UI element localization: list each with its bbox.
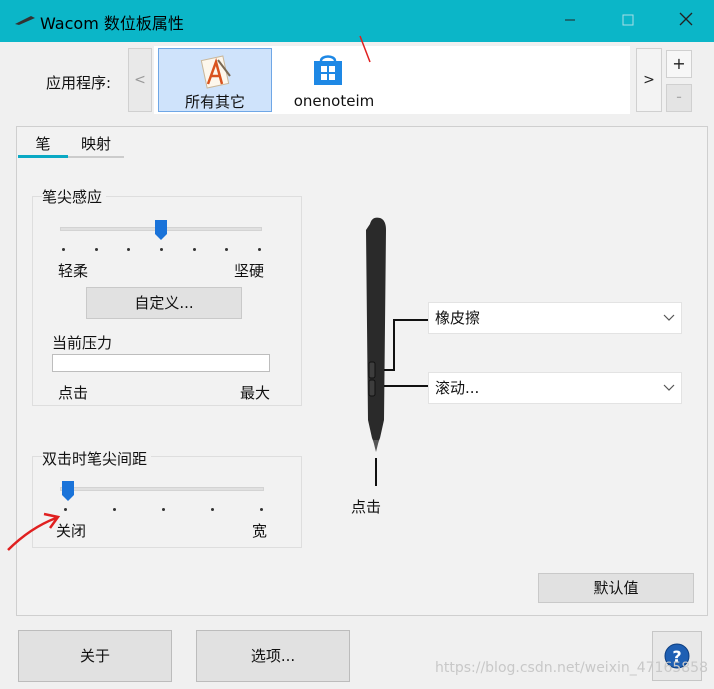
minimize-icon bbox=[565, 19, 575, 21]
slider-tick bbox=[64, 508, 67, 511]
slider-tick bbox=[162, 508, 165, 511]
slider-tick bbox=[211, 508, 214, 511]
current-pressure-bar bbox=[52, 354, 270, 372]
annotation-arrow bbox=[7, 512, 61, 551]
slider-tick bbox=[113, 508, 116, 511]
tip-feel-slider-thumb[interactable] bbox=[155, 220, 167, 240]
add-application-button[interactable]: + bbox=[666, 50, 692, 78]
about-button[interactable]: 关于 bbox=[18, 630, 172, 682]
lower-button-dropdown[interactable]: 滚动... bbox=[428, 372, 682, 404]
app-scroll-left-button[interactable]: < bbox=[128, 48, 152, 112]
slider-tick bbox=[94, 248, 98, 251]
app-tile-onenoteim-label[interactable]: onenoteim bbox=[276, 92, 392, 110]
pressure-max-label: 最大 bbox=[240, 384, 271, 402]
maximize-button bbox=[606, 6, 650, 36]
current-pressure-label: 当前压力 bbox=[52, 334, 113, 352]
watermark: https://blog.csdn.net/weixin_47165858 bbox=[434, 660, 708, 676]
double-click-wide-label: 宽 bbox=[252, 522, 268, 540]
tip-feel-title: 笔尖感应 bbox=[42, 186, 107, 207]
tip-feel-soft-label: 轻柔 bbox=[58, 262, 89, 280]
all-apps-icon bbox=[200, 55, 231, 89]
customize-button[interactable]: 自定义... bbox=[86, 287, 242, 319]
close-button[interactable] bbox=[664, 6, 708, 36]
tab-mapping[interactable]: 映射 bbox=[68, 132, 124, 158]
minimize-button[interactable] bbox=[548, 6, 592, 36]
remove-application-button: - bbox=[666, 84, 692, 112]
maximize-icon bbox=[622, 14, 634, 26]
windows-store-icon[interactable] bbox=[310, 53, 346, 87]
slider-tick bbox=[258, 248, 261, 251]
slider-tick bbox=[192, 248, 196, 251]
chevron-down-icon bbox=[663, 384, 675, 391]
close-icon bbox=[679, 12, 693, 26]
upper-button-dropdown[interactable]: 橡皮擦 bbox=[428, 302, 682, 334]
slider-tick bbox=[260, 508, 263, 511]
slider-tick bbox=[160, 248, 163, 251]
window-title: Wacom 数位板属性 bbox=[40, 14, 184, 33]
slider-tick bbox=[62, 248, 65, 251]
annotation-mark bbox=[359, 35, 371, 63]
double-click-slider-thumb[interactable] bbox=[62, 481, 74, 501]
tab-pen[interactable]: 笔 bbox=[18, 132, 68, 158]
pressure-click-label: 点击 bbox=[58, 384, 89, 402]
default-button[interactable]: 默认值 bbox=[538, 573, 694, 603]
options-button[interactable]: 选项... bbox=[196, 630, 350, 682]
app-tile-all-others-label: 所有其它 bbox=[184, 93, 245, 111]
double-click-distance-title: 双击时笔尖间距 bbox=[42, 448, 152, 469]
app-scroll-right-button[interactable]: > bbox=[636, 48, 662, 112]
application-label: 应用程序: bbox=[46, 74, 112, 92]
pen-illustration bbox=[366, 217, 428, 486]
chevron-down-icon bbox=[663, 314, 675, 321]
pen-tip-click-label: 点击 bbox=[351, 498, 382, 516]
wacom-pen-icon bbox=[15, 16, 35, 25]
upper-button-value: 橡皮擦 bbox=[435, 309, 481, 327]
tip-feel-firm-label: 坚硬 bbox=[234, 262, 265, 280]
double-click-slider-track[interactable] bbox=[60, 487, 264, 491]
lower-button-value: 滚动... bbox=[435, 379, 480, 397]
